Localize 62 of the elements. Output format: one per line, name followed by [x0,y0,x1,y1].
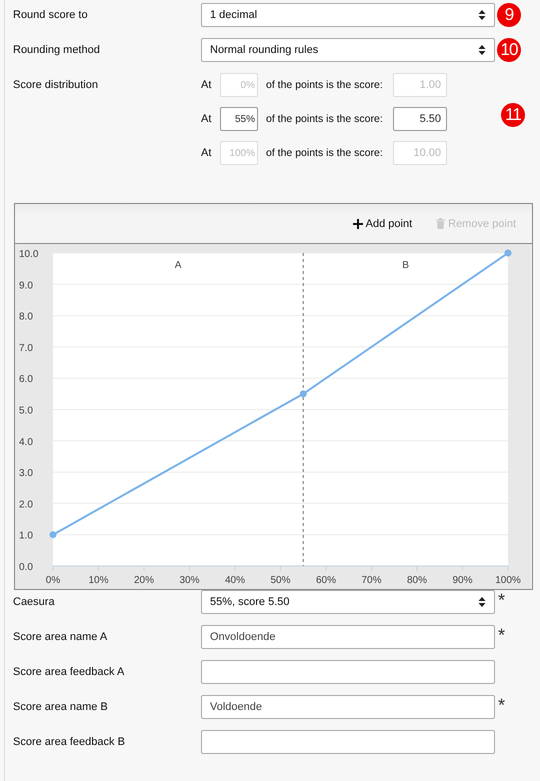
zone-label: B [402,260,409,271]
axis-label: 5.0 [19,406,33,416]
axis-label: 80% [407,575,427,586]
score-field[interactable]: 5.50 [393,107,447,131]
axis-label: 50% [270,575,290,586]
input-field[interactable] [201,730,495,754]
dropdown[interactable]: Normal rounding rules [201,38,495,62]
axis-label: 90% [452,575,472,586]
field-label: Caesura [13,596,56,608]
chart-point[interactable] [504,250,512,256]
required-mark: * [498,590,506,611]
axis-label: 0% [46,575,60,586]
chart-point[interactable] [50,531,56,538]
row-text: of the points is the score: [266,79,384,91]
axis-label: 2.0 [19,499,33,510]
axis-label: 20% [134,575,154,586]
input-field[interactable]: Onvoldoende [201,625,495,649]
axis-label: 10% [88,575,108,586]
add-point-button[interactable]: Add point [350,216,414,232]
required-mark: * [498,695,506,716]
input-field[interactable]: Voldoende [201,695,495,719]
axis-label: 100% [495,575,521,586]
axis-label: 0.0 [19,562,33,573]
axis-label: 1.0 [19,530,33,542]
field-label: Rounding method [13,44,101,56]
step-badge: 9 [497,3,521,27]
step-badge: 10 [497,38,521,62]
axis-label: 3.0 [19,468,33,480]
field-label: Score area name B [13,701,109,713]
zone-label: A [174,260,182,271]
chart-point[interactable] [300,390,307,398]
row-text: At [201,147,212,159]
axis-label: 9.0 [19,280,33,292]
axis-label: 70% [362,575,382,586]
sort-icon [478,44,486,56]
axis-label: 40% [225,575,245,586]
step-badge: 11 [501,103,525,127]
row-text: At [201,113,212,125]
field-label: Score area feedback A [13,666,126,678]
axis-label: 7.0 [19,342,33,354]
axis-label: 4.0 [19,436,33,448]
axis-label: 6.0 [19,374,33,386]
field-label: Score distribution [13,78,99,91]
required-mark: * [498,625,506,646]
row-text: of the points is the score: [266,147,384,159]
dropdown[interactable]: 1 decimal [201,3,495,27]
percent-field[interactable]: 55% [220,107,258,131]
axis-label: 30% [180,575,200,586]
row-text: of the points is the score: [266,113,384,125]
field-label: Score area feedback B [13,736,126,748]
axis-label: 8.0 [19,312,33,323]
axis-label: 10.0 [19,249,38,260]
trash-icon [436,218,446,229]
field-label: Round score to [13,9,89,21]
plus-icon [352,218,363,228]
input-field[interactable] [201,660,495,684]
sort-icon [478,596,486,608]
axis-label: 60% [316,575,336,586]
row-text: At [201,79,212,91]
field-label: Score area name A [13,631,108,643]
dropdown[interactable]: 55%, score 5.50 [201,590,495,614]
sort-icon [478,9,486,21]
